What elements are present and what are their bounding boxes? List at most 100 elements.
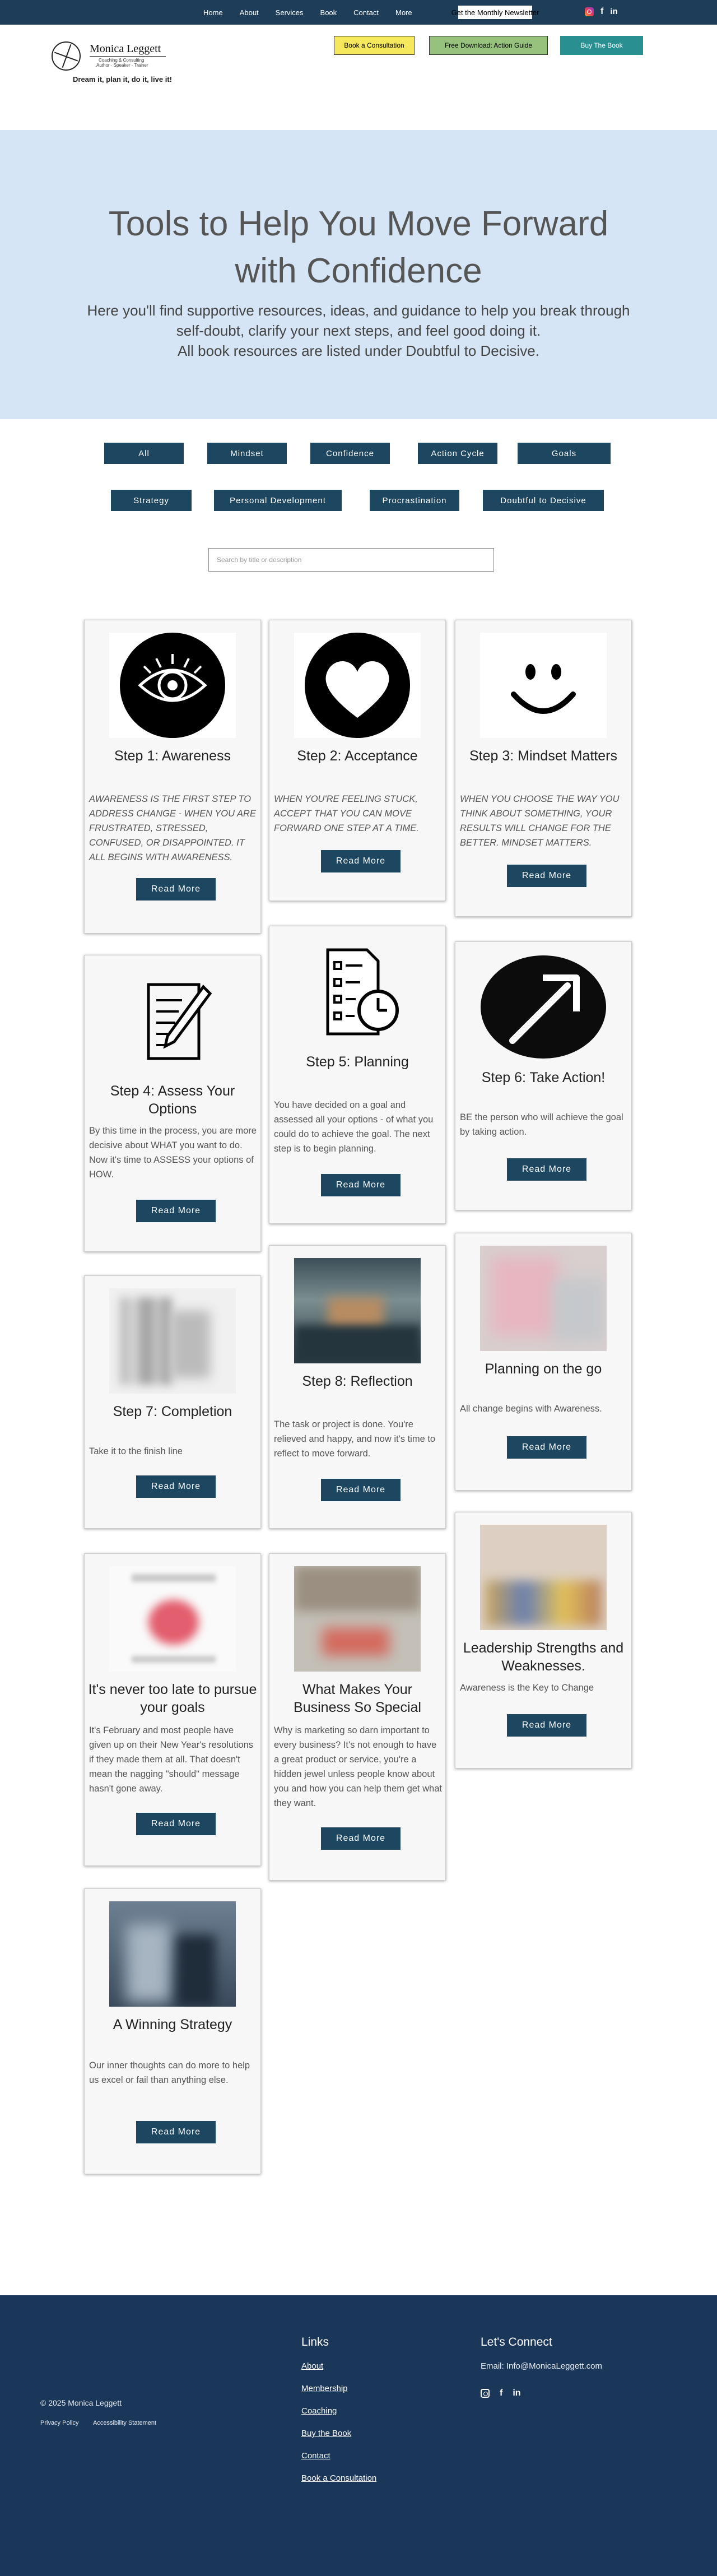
filter-goals[interactable]: Goals [518, 443, 611, 464]
card-title[interactable]: Step 7: Completion [88, 1403, 257, 1421]
card-description: AWARENESS IS THE FIRST STEP TO ADDRESS C… [89, 794, 256, 862]
card-title[interactable]: Step 6: Take Action! [459, 1069, 628, 1087]
completion-photo [109, 1288, 236, 1394]
filter-personal-development[interactable]: Personal Development [214, 490, 342, 511]
footer-link-coaching[interactable]: Coaching [301, 2406, 337, 2416]
read-more-button[interactable]: Read More [136, 1475, 216, 1498]
read-more-button[interactable]: Read More [321, 1479, 401, 1501]
filter-strategy[interactable]: Strategy [111, 490, 192, 511]
top-nav-bar: Home About Services Book Contact More Ge… [0, 0, 717, 25]
card-title[interactable]: A Winning Strategy [88, 2016, 257, 2034]
instagram-icon[interactable] [585, 7, 594, 16]
logo-subtitle: Coaching & Consulting [99, 58, 145, 63]
nav-home[interactable]: Home [195, 8, 231, 17]
resource-card[interactable]: Step 5: Planning You have decided on a g… [269, 926, 446, 1224]
read-more-button[interactable]: Read More [507, 1714, 586, 1737]
resource-card[interactable]: What Makes Your Business So Special Why … [269, 1553, 446, 1881]
newsletter-button[interactable]: Get the Monthly Newsletter [451, 6, 539, 19]
facebook-icon[interactable]: f [500, 2388, 502, 2398]
arrow-up-right-icon [480, 954, 607, 1060]
resource-card[interactable]: Step 1: Awareness AWARENESS IS THE FIRST… [84, 620, 261, 934]
hero-section: Tools to Help You Move Forward with Conf… [0, 130, 717, 419]
footer-email[interactable]: Email: Info@MonicaLeggett.com [481, 2361, 602, 2371]
social-links: f in [585, 7, 618, 16]
filter-all[interactable]: All [104, 443, 184, 464]
privacy-policy-link[interactable]: Privacy Policy [40, 2420, 78, 2426]
card-title[interactable]: Step 3: Mindset Matters [459, 747, 628, 765]
nav-more[interactable]: More [387, 8, 421, 17]
filter-confidence[interactable]: Confidence [310, 443, 390, 464]
nav-book[interactable]: Book [312, 8, 346, 17]
read-more-button[interactable]: Read More [507, 1436, 586, 1459]
nav-contact[interactable]: Contact [345, 8, 387, 17]
footer-link-book-consultation[interactable]: Book a Consultation [301, 2473, 376, 2483]
accessibility-statement-link[interactable]: Accessibility Statement [93, 2420, 156, 2426]
resource-card[interactable]: Leadership Strengths and Weaknesses. Awa… [455, 1512, 632, 1769]
nav-services[interactable]: Services [267, 8, 312, 17]
card-title[interactable]: Step 8: Reflection [273, 1372, 442, 1390]
card-description: BE the person who will achieve the goal … [460, 1112, 623, 1137]
book-consultation-button[interactable]: Book a Consultation [334, 36, 415, 55]
compass-logo-icon[interactable] [52, 41, 81, 71]
card-description: WHEN YOU'RE FEELING STUCK, ACCEPT THAT Y… [274, 794, 419, 833]
read-more-button[interactable]: Read More [507, 1158, 586, 1181]
read-more-button[interactable]: Read More [321, 1827, 401, 1850]
read-more-button[interactable]: Read More [321, 850, 401, 872]
read-more-button[interactable]: Read More [321, 1174, 401, 1196]
linkedin-icon[interactable]: in [610, 7, 617, 16]
read-more-button[interactable]: Read More [136, 1813, 216, 1835]
resource-card[interactable]: It's never too late to pursue your goals… [84, 1553, 261, 1866]
resource-card[interactable]: Step 4: Assess Your Options By this time… [84, 955, 261, 1252]
resource-card[interactable]: Planning on the go All change begins wit… [455, 1233, 632, 1491]
filter-procrastination[interactable]: Procrastination [370, 490, 459, 511]
action-guide-button[interactable]: Free Download: Action Guide [429, 36, 548, 55]
search-input[interactable]: Search by title or description [208, 548, 494, 572]
notepad-pencil-icon [109, 968, 236, 1073]
logo-subtitle-2: Author · Speaker · Trainer [96, 63, 148, 68]
card-title[interactable]: Step 1: Awareness [88, 747, 257, 765]
card-title[interactable]: It's never too late to pursue your goals [88, 1681, 257, 1716]
logo-name[interactable]: Monica Leggett [90, 43, 161, 55]
read-more-button[interactable]: Read More [136, 878, 216, 901]
read-more-button[interactable]: Read More [136, 2121, 216, 2143]
card-description: By this time in the process, you are mor… [89, 1126, 257, 1180]
facebook-icon[interactable]: f [600, 7, 603, 16]
buy-book-button[interactable]: Buy The Book [560, 36, 643, 55]
strategy-photo [109, 1901, 236, 2007]
planning-photo [480, 1246, 607, 1351]
resource-card[interactable]: Step 2: Acceptance WHEN YOU'RE FEELING S… [269, 620, 446, 901]
instagram-icon[interactable] [481, 2389, 490, 2398]
read-more-button[interactable]: Read More [136, 1200, 216, 1222]
card-title[interactable]: Step 2: Acceptance [273, 747, 442, 765]
footer-link-contact[interactable]: Contact [301, 2451, 330, 2461]
resource-card[interactable]: Step 3: Mindset Matters WHEN YOU CHOOSE … [455, 620, 632, 917]
filter-mindset[interactable]: Mindset [207, 443, 287, 464]
filter-doubtful-to-decisive[interactable]: Doubtful to Decisive [483, 490, 604, 511]
resource-card[interactable]: A Winning Strategy Our inner thoughts ca… [84, 1888, 261, 2174]
resource-card[interactable]: Step 7: Completion Take it to the finish… [84, 1275, 261, 1529]
resource-card[interactable]: Step 6: Take Action! BE the person who w… [455, 941, 632, 1210]
footer-link-about[interactable]: About [301, 2361, 323, 2371]
connect-heading: Let's Connect [481, 2336, 552, 2348]
resource-card[interactable]: Step 8: Reflection The task or project i… [269, 1245, 446, 1529]
card-image [480, 633, 607, 738]
links-heading: Links [301, 2336, 329, 2348]
card-title[interactable]: Leadership Strengths and Weaknesses. [459, 1639, 628, 1675]
leadership-photo [480, 1525, 607, 1630]
filter-action-cycle[interactable]: Action Cycle [418, 443, 497, 464]
tagline: Dream it, plan it, do it, live it! [73, 75, 172, 83]
hero-intro-text: Here you'll find supportive resources, i… [87, 302, 630, 339]
card-description: All change begins with Awareness. [460, 1404, 602, 1414]
card-title[interactable]: Planning on the go [459, 1360, 628, 1378]
read-more-button[interactable]: Read More [507, 865, 586, 887]
footer-link-buy-book[interactable]: Buy the Book [301, 2429, 351, 2438]
footer-link-membership[interactable]: Membership [301, 2384, 348, 2393]
card-title[interactable]: What Makes Your Business So Special [273, 1681, 442, 1716]
nav-about[interactable]: About [231, 8, 267, 17]
page-title: Tools to Help You Move Forward with Conf… [108, 205, 609, 290]
card-title[interactable]: Step 4: Assess Your Options [88, 1082, 257, 1118]
site-footer: © 2025 Monica Leggett Privacy Policy Acc… [0, 2295, 717, 2576]
card-title[interactable]: Step 5: Planning [273, 1053, 442, 1071]
business-photo [294, 1566, 421, 1672]
linkedin-icon[interactable]: in [513, 2388, 520, 2398]
